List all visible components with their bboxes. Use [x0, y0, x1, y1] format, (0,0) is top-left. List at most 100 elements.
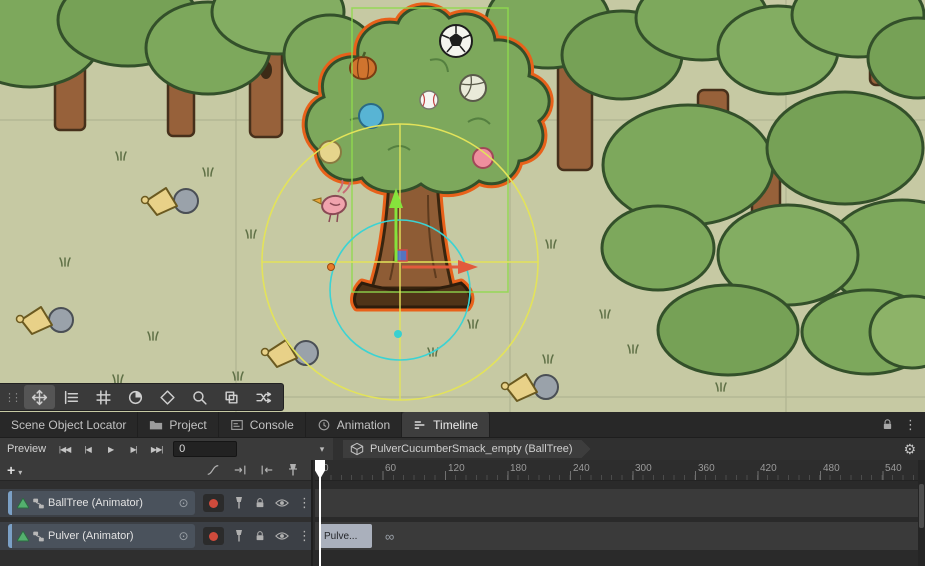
timeline-view-options: [206, 463, 299, 477]
track-lane-balltree[interactable]: [315, 489, 918, 517]
lock-icon: [254, 497, 266, 509]
tab-label: Timeline: [433, 418, 478, 432]
track-menu-icon[interactable]: ⋮: [298, 495, 311, 511]
tab-label: Console: [250, 418, 294, 432]
track-pin-button[interactable]: [233, 496, 245, 510]
move-plane-handle[interactable]: [396, 250, 407, 261]
console-icon: [230, 418, 244, 432]
blue-ball[interactable]: [359, 104, 383, 128]
track-mute-button[interactable]: [275, 498, 289, 508]
tab-timeline[interactable]: Timeline: [402, 412, 490, 437]
tab-project[interactable]: Project: [138, 412, 218, 437]
pivot-dot[interactable]: [328, 264, 335, 271]
layers-icon: [223, 389, 240, 406]
timeline-track-headers: + ▾: [0, 460, 313, 566]
clip-loop-infinity: ∞: [385, 522, 394, 550]
ruler-label: 60: [385, 463, 396, 474]
track-lock-button[interactable]: [254, 530, 266, 542]
track-color-bar: [8, 491, 12, 515]
breadcrumb-label: PulverCucumberSmack_empty (BallTree): [370, 443, 573, 455]
scene-canvas[interactable]: [0, 0, 925, 412]
record-button[interactable]: [203, 527, 224, 545]
grid-icon: [95, 389, 112, 406]
go-to-end-button[interactable]: ▶▶|: [145, 438, 168, 460]
previous-frame-button[interactable]: |◀: [76, 438, 99, 460]
move-tool-button[interactable]: [24, 385, 55, 409]
timeline-asset-icon: [350, 442, 364, 456]
track-mute-button[interactable]: [275, 531, 289, 541]
lock-icon: [254, 530, 266, 542]
layers-tool-button[interactable]: [216, 385, 247, 409]
track-header-chip[interactable]: BallTree (Animator) ⊙: [8, 491, 195, 515]
animation-clip[interactable]: Pulve...: [320, 524, 372, 548]
sprite-rotate-tool-button[interactable]: [120, 385, 151, 409]
track-binding-target-icon[interactable]: ⊙: [179, 529, 189, 543]
timeline-ruler[interactable]: 0 60 120 180 240 300 360 420 480 540: [315, 460, 925, 481]
vertical-scrollbar[interactable]: [918, 460, 925, 566]
toolbar-drag-handle[interactable]: ⋮⋮: [2, 391, 23, 404]
yellow-ball[interactable]: [319, 141, 341, 163]
track-lock-button[interactable]: [254, 497, 266, 509]
timeline-options-dropdown[interactable]: ▾: [314, 444, 330, 455]
edit-mode-ripple-button[interactable]: [260, 463, 274, 477]
track-lane-pulver[interactable]: Pulve... ∞: [315, 522, 918, 550]
tab-animation[interactable]: Animation: [306, 412, 402, 437]
record-button[interactable]: [203, 494, 224, 512]
tab-scene-object-locator[interactable]: Scene Object Locator: [0, 412, 138, 437]
animator-icon: [32, 530, 45, 543]
ruler-label: 540: [885, 463, 902, 474]
ruler-label: 420: [760, 463, 777, 474]
rotate-icon: [127, 389, 144, 406]
track-name: BallTree (Animator): [48, 497, 143, 509]
volleyball[interactable]: [460, 75, 486, 101]
diamond-icon: [159, 389, 176, 406]
play-button[interactable]: ▶: [99, 438, 122, 460]
preview-toggle-button[interactable]: Preview: [0, 438, 53, 460]
tab-console[interactable]: Console: [219, 412, 306, 437]
track-row-balltree[interactable]: BallTree (Animator) ⊙ ⋮: [0, 489, 311, 517]
timeline-content[interactable]: 0 60 120 180 240 300 360 420 480 540 Pul…: [315, 460, 925, 566]
editor-window: ⋮⋮: [0, 0, 925, 566]
track-header-chip[interactable]: Pulver (Animator) ⊙: [8, 524, 195, 548]
markers-toggle-button[interactable]: [287, 463, 299, 477]
clip-out-icon: [260, 463, 274, 477]
tab-label: Project: [169, 418, 206, 432]
gizmo-cyan-handle[interactable]: [394, 330, 402, 338]
breadcrumb[interactable]: PulverCucumberSmack_empty (BallTree): [343, 440, 591, 458]
scrollbar-thumb[interactable]: [919, 484, 924, 528]
track-color-bar: [8, 524, 12, 548]
current-frame-input[interactable]: 0: [173, 441, 237, 457]
scene-view[interactable]: ⋮⋮: [0, 0, 925, 412]
track-pin-button[interactable]: [233, 529, 245, 543]
track-row-pulver[interactable]: Pulver (Animator) ⊙ ⋮: [0, 522, 311, 550]
timeline-icon: [413, 418, 427, 432]
lock-icon[interactable]: [881, 418, 894, 431]
timeline-transport-area: Preview |◀◀ |◀ ▶ ▶| ▶▶| 0 ▾: [0, 438, 333, 460]
go-to-start-button[interactable]: |◀◀: [53, 438, 76, 460]
ruler-label: 480: [823, 463, 840, 474]
transform-rows-tool-button[interactable]: [56, 385, 87, 409]
zoom-tool-button[interactable]: [184, 385, 215, 409]
soccer-ball[interactable]: [440, 25, 472, 57]
tilemap-tool-button[interactable]: [152, 385, 183, 409]
add-track-button[interactable]: + ▾: [7, 463, 22, 477]
cone-icon: [17, 498, 29, 509]
ruler-label: 180: [510, 463, 527, 474]
curves-view-button[interactable]: [206, 463, 220, 477]
baseball[interactable]: [420, 91, 438, 109]
track-binding-target-icon[interactable]: ⊙: [179, 496, 189, 510]
cone-icon: [17, 531, 29, 542]
eye-icon: [275, 531, 289, 541]
next-frame-button[interactable]: ▶|: [122, 438, 145, 460]
gear-icon[interactable]: ⚙: [903, 441, 916, 458]
clock-icon: [317, 418, 331, 432]
edit-mode-mix-button[interactable]: [233, 463, 247, 477]
shuffle-tool-button[interactable]: [248, 385, 279, 409]
window-menu-icon[interactable]: ⋮: [904, 417, 917, 433]
rows-icon: [63, 389, 80, 406]
tab-label: Animation: [337, 418, 390, 432]
grid-tool-button[interactable]: [88, 385, 119, 409]
track-menu-icon[interactable]: ⋮: [298, 528, 311, 544]
pin-icon: [287, 463, 299, 477]
chevron-down-icon: ▾: [18, 468, 22, 477]
